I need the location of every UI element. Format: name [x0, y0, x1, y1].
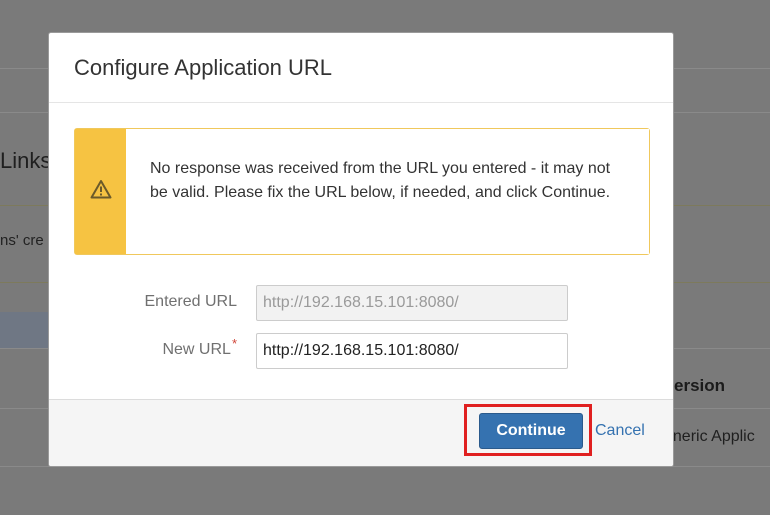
- bg-links-heading: Links: [0, 148, 52, 173]
- configure-url-dialog: Configure Application URL No response wa…: [48, 32, 674, 467]
- warning-message-box: No response was received from the URL yo…: [74, 128, 650, 255]
- new-url-row: New URL*: [49, 333, 673, 369]
- bg-generic-cell: eneric Applic: [664, 428, 755, 445]
- warning-stripe: [75, 129, 126, 254]
- entered-url-field: [256, 285, 568, 321]
- required-indicator: *: [231, 336, 237, 351]
- new-url-label-text: New URL: [162, 341, 231, 358]
- dialog-footer: Continue Cancel: [49, 399, 673, 466]
- entered-url-label: Entered URL: [144, 293, 238, 310]
- continue-button[interactable]: Continue: [479, 413, 583, 449]
- dialog-title: Configure Application URL: [74, 54, 333, 80]
- new-url-label: New URL*: [162, 336, 237, 359]
- bg-created-text: ns' cre: [0, 232, 44, 249]
- new-url-field[interactable]: [256, 333, 568, 369]
- cancel-link[interactable]: Cancel: [595, 422, 645, 440]
- warning-triangle-icon: [90, 179, 112, 204]
- bg-version-header: ersion: [674, 376, 726, 395]
- warning-message: No response was received from the URL yo…: [126, 129, 649, 254]
- dialog-header: Configure Application URL: [49, 33, 673, 103]
- entered-url-row: Entered URL: [49, 285, 673, 321]
